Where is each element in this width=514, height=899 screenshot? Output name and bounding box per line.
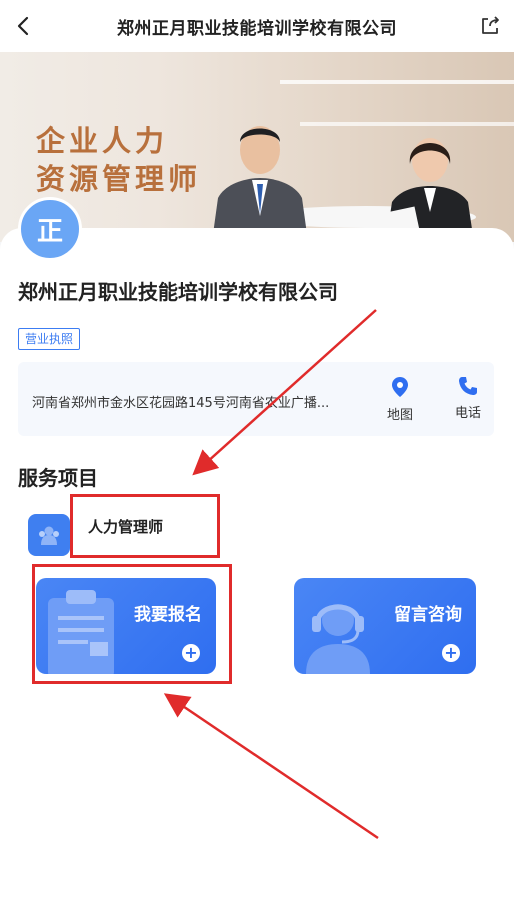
address-text: 河南省郑州市金水区花园路145号河南省农业广播... xyxy=(32,396,330,411)
banner-text: 企业人力 资源管理师 xyxy=(36,122,201,198)
back-button[interactable] xyxy=(10,12,38,40)
consult-label: 留言咨询 xyxy=(394,605,462,625)
banner-shelf xyxy=(280,80,514,84)
company-name: 郑州正月职业技能培训学校有限公司 xyxy=(18,280,338,304)
address-box: 河南省郑州市金水区花园路145号河南省农业广播... 地图 电话 xyxy=(18,362,494,436)
phone-icon xyxy=(459,377,477,395)
phone-button[interactable]: 电话 xyxy=(448,376,488,421)
location-pin-icon xyxy=(392,377,408,397)
plus-icon: + xyxy=(442,644,460,662)
banner-line2: 资源管理师 xyxy=(36,162,202,196)
people-icon xyxy=(39,526,59,545)
service-icon xyxy=(28,514,70,556)
map-button[interactable]: 地图 xyxy=(380,376,420,423)
banner-line1: 企业人力 xyxy=(36,124,169,158)
chevron-left-icon xyxy=(17,16,29,36)
page-title: 郑州正月职业技能培训学校有限公司 xyxy=(117,18,397,39)
consult-button[interactable]: 留言咨询 + xyxy=(294,578,476,674)
annotation-box-service xyxy=(70,494,220,558)
top-navbar: 郑州正月职业技能培训学校有限公司 xyxy=(0,0,514,52)
annotation-box-signup xyxy=(32,564,232,684)
share-button[interactable] xyxy=(476,12,504,40)
company-avatar: 正 xyxy=(18,197,82,261)
business-license-badge[interactable]: 营业执照 xyxy=(18,328,81,350)
businesswoman-figure xyxy=(370,138,474,242)
section-title: 服务项目 xyxy=(18,466,98,490)
share-icon xyxy=(482,16,499,34)
map-label: 地图 xyxy=(386,408,413,423)
phone-label: 电话 xyxy=(454,406,481,421)
headset-agent-icon xyxy=(306,604,370,674)
businessman-figure xyxy=(211,126,309,242)
